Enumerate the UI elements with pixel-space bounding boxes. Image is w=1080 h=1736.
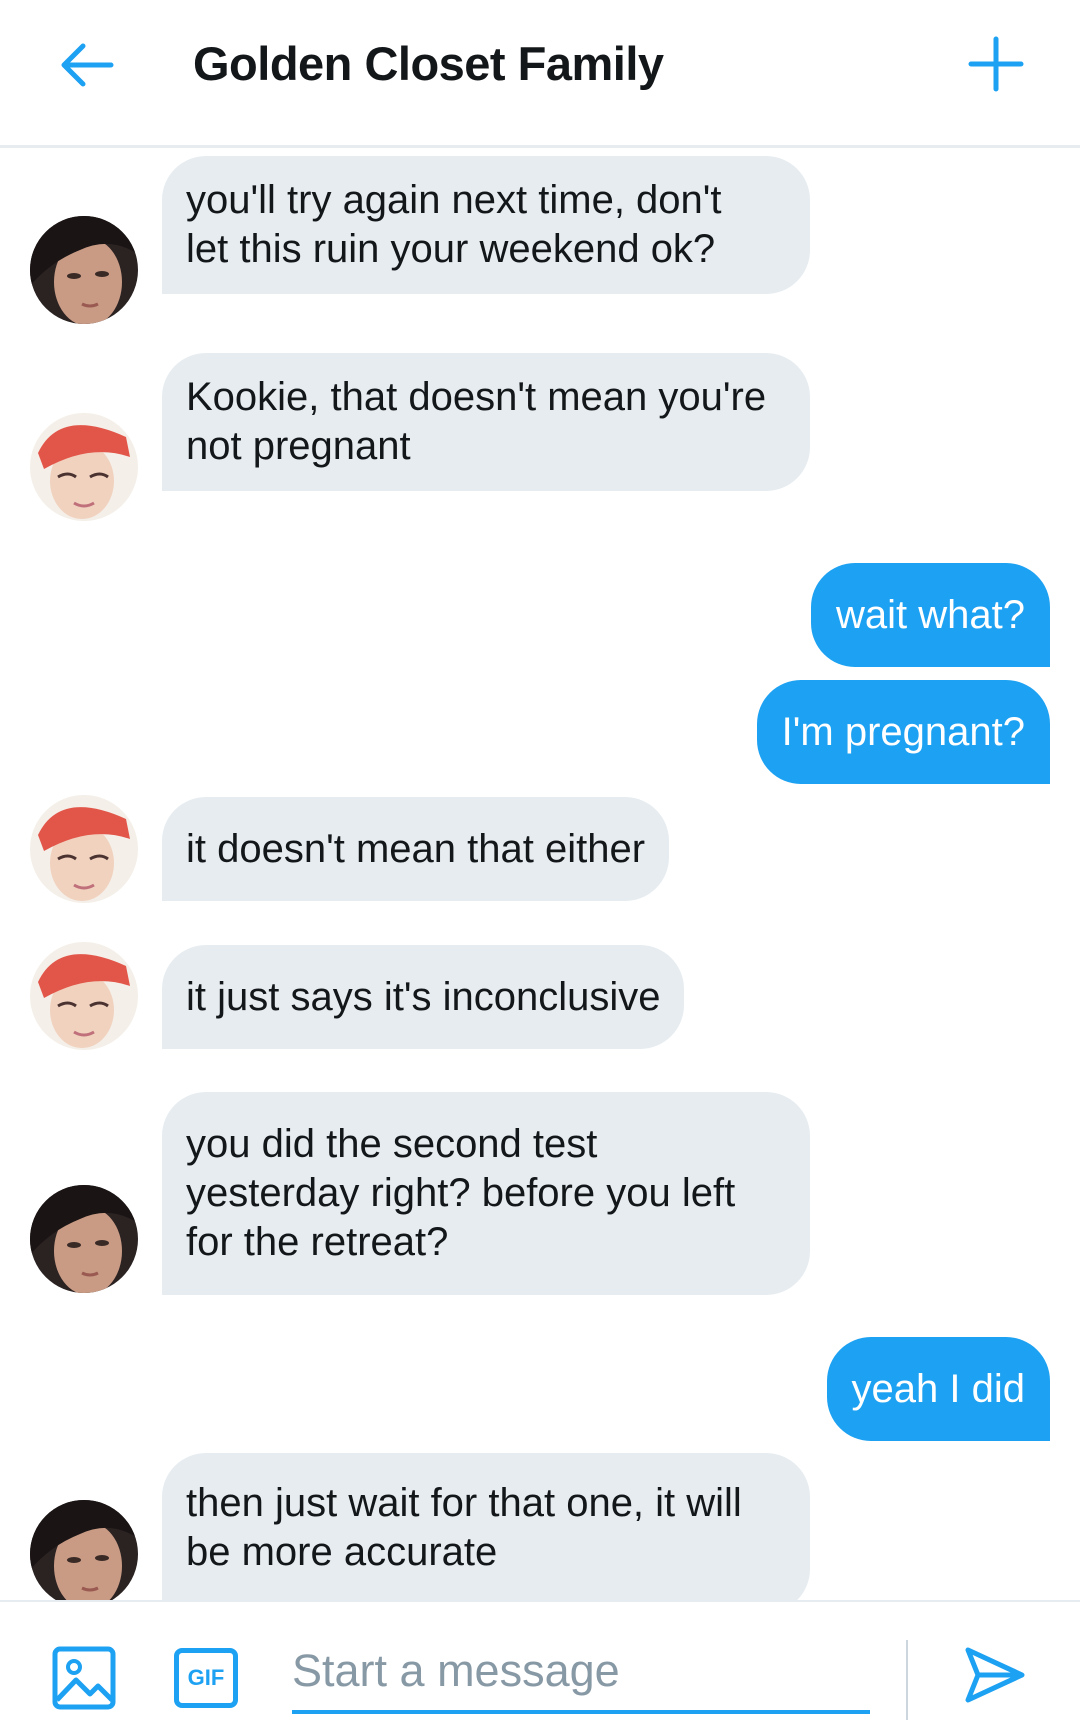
avatar-red-hair-photo — [30, 795, 138, 903]
arrow-left-icon — [61, 43, 114, 87]
image-icon — [52, 1646, 116, 1710]
avatar[interactable] — [30, 795, 138, 903]
avatar-red-hair-photo — [30, 942, 138, 1050]
message-bubble[interactable]: Kookie, that doesn't mean you're not pre… — [162, 353, 810, 491]
message-input[interactable] — [292, 1632, 870, 1714]
message-text: I'm pregnant? — [781, 709, 1025, 754]
message-bubble[interactable]: yeah I did — [826, 1337, 1050, 1441]
avatar-jin-photo — [30, 216, 138, 324]
message-bubble[interactable]: you'll try again next time, don't let th… — [162, 156, 810, 294]
composer-divider — [906, 1640, 908, 1720]
avatar-red-hair-photo — [30, 413, 138, 521]
conversation-title: Golden Closet Family — [193, 37, 664, 90]
avatar[interactable] — [30, 413, 138, 521]
message-text: wait what? — [836, 592, 1025, 637]
message-text: be more accurate — [186, 1530, 498, 1574]
message-text: let this ruin your weekend ok? — [186, 227, 716, 271]
send-button[interactable] — [962, 1642, 1028, 1708]
message-bubble[interactable]: wait what? — [811, 563, 1050, 667]
message-list[interactable]: you'll try again next time, don't let th… — [0, 150, 1080, 1600]
add-photo-button[interactable] — [52, 1646, 116, 1710]
plus-icon — [968, 36, 1024, 92]
conversation-header: Golden Closet Family — [0, 0, 1080, 148]
avatar-jin-photo — [30, 1500, 138, 1600]
message-text: Kookie, that doesn't mean you're — [186, 375, 767, 419]
message-text: not pregnant — [186, 424, 411, 468]
message-text: then just wait for that one, it will — [186, 1481, 742, 1525]
message-bubble[interactable]: you did the second test yesterday right?… — [162, 1092, 810, 1295]
avatar[interactable] — [30, 1185, 138, 1293]
message-bubble[interactable]: it doesn't mean that either — [162, 797, 670, 901]
gif-button[interactable]: GIF — [174, 1648, 238, 1708]
avatar[interactable] — [30, 1500, 138, 1600]
avatar[interactable] — [30, 216, 138, 324]
message-text: you did the second test — [186, 1122, 598, 1166]
message-bubble[interactable]: then just wait for that one, it will be … — [162, 1453, 810, 1600]
message-bubble[interactable]: I'm pregnant? — [756, 680, 1050, 784]
gif-label: GIF — [187, 1665, 225, 1690]
message-bubble[interactable]: it just says it's inconclusive — [162, 945, 685, 1049]
add-participant-button[interactable] — [960, 28, 1032, 100]
avatar-jin-photo — [30, 1185, 138, 1293]
message-text: it just says it's inconclusive — [186, 974, 661, 1019]
message-text: for the retreat? — [186, 1220, 449, 1264]
message-text: you'll try again next time, don't — [186, 178, 722, 222]
avatar[interactable] — [30, 942, 138, 1050]
message-composer: GIF — [0, 1600, 1080, 1736]
message-text: it doesn't mean that either — [186, 826, 646, 871]
message-text: yeah I did — [851, 1366, 1025, 1411]
message-text: yesterday right? before you left — [186, 1171, 736, 1215]
send-icon — [965, 1647, 1025, 1703]
back-button[interactable] — [52, 30, 122, 100]
